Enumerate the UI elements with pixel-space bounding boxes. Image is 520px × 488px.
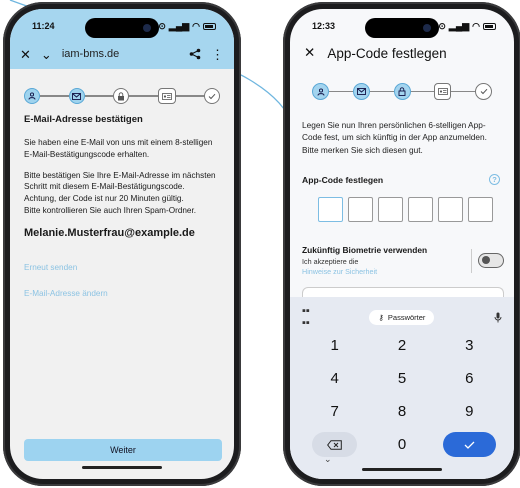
- step-mail-icon: [68, 88, 85, 104]
- url-text[interactable]: iam-bms.de: [62, 48, 179, 60]
- step-check-icon: [204, 88, 220, 104]
- biometrics-title: Zukünftig Biometrie verwenden: [302, 245, 428, 255]
- alarm-icon: ⊙: [438, 20, 446, 31]
- signal-icon: ▂▄▆: [168, 20, 190, 31]
- progress-stepper: [24, 88, 220, 104]
- divider: [471, 248, 472, 273]
- key-4[interactable]: 4: [304, 366, 365, 391]
- page-title: App-Code festlegen: [327, 45, 447, 61]
- info-text-code: Sie haben eine E-Mail von uns mit einem …: [24, 137, 213, 159]
- code-section-header: App-Code festlegen ?: [302, 174, 500, 185]
- email-address: Melanie.Musterfrau@example.de: [24, 227, 195, 240]
- wifi-icon: ◠: [472, 20, 480, 31]
- numeric-keyboard: ▪▪ ▪▪ ⚷ Passwörter 1 2 3 4 5 6 7 8 9 0 ⌄: [290, 297, 514, 479]
- phone-email-confirm: 11:24 ⊙ ▂▄▆ ◠ ✕ ⌄ iam-bms.de ⋮ E-Mail-Ad…: [3, 2, 241, 486]
- info-text-instructions: Bitte bestätigen Sie Ihre E-Mail-Adresse…: [24, 170, 216, 216]
- code-digit-2[interactable]: [348, 197, 373, 222]
- biometrics-row: Zukünftig Biometrie verwenden Ich akzept…: [302, 245, 504, 276]
- help-icon[interactable]: ?: [489, 174, 500, 185]
- code-label: App-Code festlegen: [302, 174, 384, 185]
- mic-icon[interactable]: [494, 312, 502, 323]
- biometrics-text: Zukünftig Biometrie verwenden Ich akzept…: [302, 245, 427, 276]
- apps-grid-icon[interactable]: ▪▪ ▪▪: [302, 305, 310, 329]
- key-1[interactable]: 1: [304, 333, 365, 358]
- confirm-key[interactable]: [442, 432, 496, 457]
- signal-icon: ▂▄▆: [448, 20, 470, 31]
- key-icon: ⚷: [378, 312, 384, 322]
- phone-app-code: 12:33 ⊙ ▂▄▆ ◠ ✕ App-Code festlegen Legen…: [283, 2, 520, 486]
- step-mail-icon: [352, 83, 370, 100]
- status-icons: ⊙ ▂▄▆ ◠: [158, 21, 216, 32]
- chevron-down-icon[interactable]: ⌄: [41, 48, 52, 61]
- screen-email-confirm: 11:24 ⊙ ▂▄▆ ◠ ✕ ⌄ iam-bms.de ⋮ E-Mail-Ad…: [10, 9, 234, 479]
- dynamic-island: [365, 18, 439, 38]
- step-id-card-icon: [157, 88, 176, 104]
- close-icon[interactable]: ✕: [20, 48, 31, 61]
- alarm-icon: ⊙: [158, 20, 166, 31]
- check-icon: [464, 441, 475, 449]
- page-title: E-Mail-Adresse bestätigen: [24, 114, 143, 125]
- step-check-icon: [475, 83, 492, 100]
- code-digit-6[interactable]: [468, 197, 493, 222]
- status-time: 12:33: [312, 21, 336, 31]
- key-3[interactable]: 3: [439, 333, 500, 358]
- close-icon[interactable]: ✕: [304, 45, 315, 61]
- wifi-icon: ◠: [192, 20, 200, 31]
- description-text: Legen Sie nun Ihren persönlichen 6-stell…: [302, 120, 487, 155]
- key-6[interactable]: 6: [439, 366, 500, 391]
- code-digit-1[interactable]: [318, 197, 343, 222]
- change-email-link[interactable]: E-Mail-Adresse ändern: [24, 288, 222, 300]
- biometrics-toggle[interactable]: [478, 253, 504, 268]
- app-header: ✕ App-Code festlegen: [304, 45, 504, 61]
- code-digit-5[interactable]: [438, 197, 463, 222]
- share-icon[interactable]: [189, 48, 201, 60]
- home-indicator: [82, 466, 162, 469]
- biometrics-toggle-wrap: [471, 248, 504, 273]
- key-9[interactable]: 9: [439, 399, 500, 424]
- backspace-icon: [327, 439, 342, 450]
- step-id-card-icon: [434, 83, 452, 100]
- chevron-down-icon[interactable]: ⌄: [324, 454, 332, 465]
- home-indicator: [362, 468, 442, 471]
- battery-icon: [203, 22, 216, 30]
- more-menu-icon[interactable]: ⋮: [211, 48, 224, 61]
- next-button[interactable]: Weiter: [24, 439, 222, 461]
- key-2[interactable]: 2: [371, 333, 432, 358]
- code-digit-3[interactable]: [378, 197, 403, 222]
- resend-link[interactable]: Erneut senden: [24, 262, 222, 274]
- keyboard-toolbar: ▪▪ ▪▪ ⚷ Passwörter: [302, 305, 502, 329]
- browser-urlbar: ✕ ⌄ iam-bms.de ⋮: [10, 39, 234, 69]
- step-lock-icon: [113, 88, 129, 104]
- key-5[interactable]: 5: [371, 366, 432, 391]
- progress-stepper: [312, 83, 492, 100]
- security-notes-link[interactable]: Hinweise zur Sicherheit: [302, 267, 427, 276]
- keypad: 1 2 3 4 5 6 7 8 9 0: [304, 333, 500, 457]
- passwords-chip[interactable]: ⚷ Passwörter: [369, 309, 435, 325]
- status-time: 11:24: [32, 21, 55, 31]
- step-user-icon: [24, 88, 40, 104]
- email-confirm-content: E-Mail-Adresse bestätigen Sie haben eine…: [24, 113, 222, 314]
- screen-app-code: 12:33 ⊙ ▂▄▆ ◠ ✕ App-Code festlegen Legen…: [290, 9, 514, 479]
- step-lock-icon: [393, 83, 411, 100]
- key-7[interactable]: 7: [304, 399, 365, 424]
- backspace-key[interactable]: [312, 432, 358, 457]
- step-user-icon: [312, 83, 329, 100]
- key-8[interactable]: 8: [371, 399, 432, 424]
- dynamic-island: [85, 18, 159, 38]
- code-digit-4[interactable]: [408, 197, 433, 222]
- code-input[interactable]: [318, 197, 493, 222]
- status-icons: ⊙ ▂▄▆ ◠: [438, 21, 496, 32]
- battery-icon: [483, 22, 496, 30]
- key-0[interactable]: 0: [371, 432, 432, 457]
- biometrics-accept-text: Ich akzeptiere die: [302, 257, 359, 266]
